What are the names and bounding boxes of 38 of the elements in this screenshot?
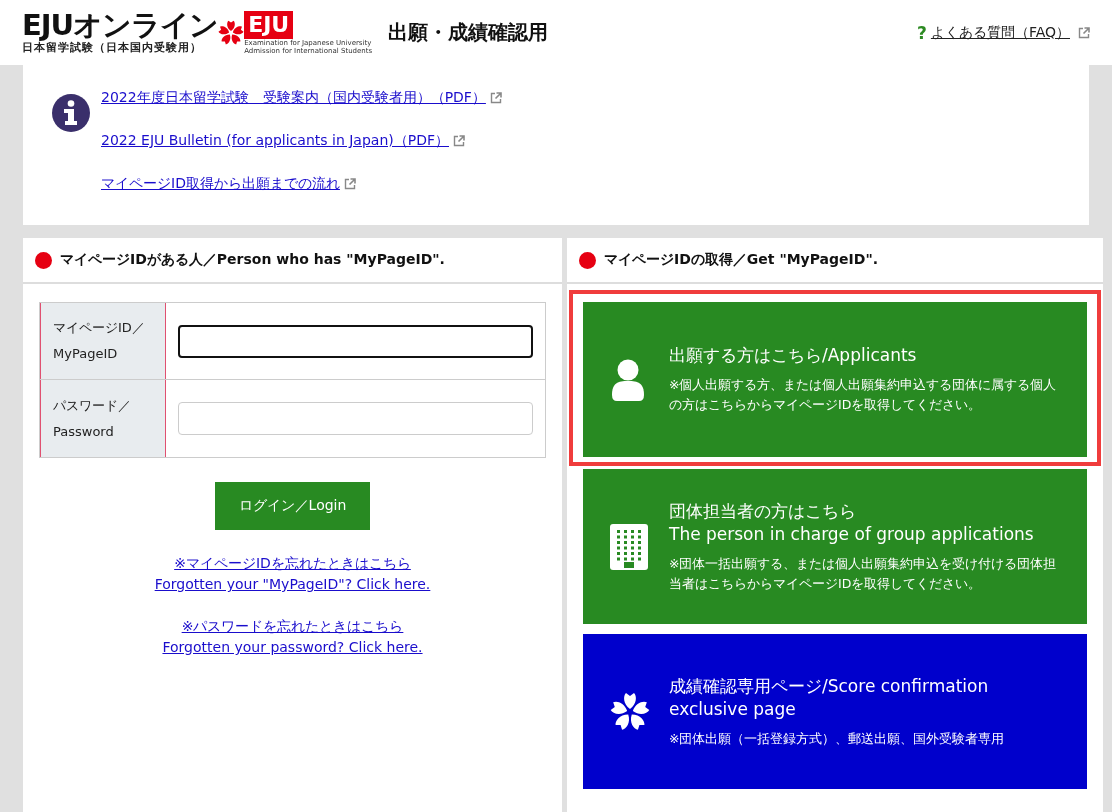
option-card[interactable]: 成績確認専用ページ/Score confirmation exclusive page ※団体出願（一括登録方式）、郵送出願、国外受験者専用 (583, 634, 1087, 789)
option-card[interactable]: 出願する方はこちら/Applicants ※個人出願する方、または個人出願集約申込する団体に属する個人の方はこちらからマイページIDを取得してください。 (583, 302, 1087, 457)
logo-title: EJUオンライン (22, 10, 219, 40)
flower-icon (218, 19, 245, 46)
card-title: 出願する方はこちら/Applicants (669, 344, 918, 367)
card-title: 団体担当者の方はこちら The person in charge of group applications (669, 499, 1035, 546)
bullet-dot (35, 251, 52, 269)
page-title: 出願・成績確認用 (388, 19, 549, 46)
input-field[interactable] (178, 324, 533, 358)
option-card[interactable]: 団体担当者の方はこちら The person in charge of group applications ※団体一括出願する、または個人出願集約申込を受け付ける団体担当者はこちらからマイページIDを取得してください。 (583, 469, 1087, 624)
external-link-icon (1078, 26, 1090, 39)
login-button[interactable]: ログイン／Login (215, 482, 370, 530)
building-icon (610, 523, 648, 570)
document-link[interactable]: マイページID取得から出願までの流れ (101, 175, 340, 193)
external-link-icon (453, 135, 465, 147)
field-label: マイページID／ MyPageID (40, 303, 166, 379)
card-note: ※団体一括出願する、または個人出願集約申込を受け付ける団体担当者はこちらからマイページIDを取得してください。 (669, 554, 1058, 593)
faq-link[interactable]: よくある質問（FAQ） (930, 23, 1070, 42)
card-title: 成績確認専用ページ/Score confirmation exclusive page (669, 674, 990, 721)
info-icon (51, 93, 91, 133)
section-heading: マイページIDの取得／Get "MyPageID". (604, 251, 879, 269)
section-heading: マイページIDがある人／Person who has "MyPageID". (60, 251, 445, 269)
help-link[interactable]: ※パスワードを忘れたときはこちら (181, 618, 404, 636)
card-note: ※団体出願（一括登録方式）、郵送出願、国外受験者専用 (669, 729, 1006, 748)
help-link[interactable]: Forgotten your password? Click here. (162, 639, 423, 655)
bullet-dot (579, 251, 596, 269)
logo-subtitle: 日本留学試験（日本国内受験用） (22, 41, 203, 55)
help-link[interactable]: ※マイページIDを忘れたときはこちら (174, 555, 411, 573)
card-note: ※個人出願する方、または個人出願集約申込する団体に属する個人の方はこちらからマイページIDを取得してください。 (669, 376, 1058, 414)
question-mark: ? (917, 22, 927, 43)
field-label: パスワード／ Password (40, 380, 166, 457)
help-link[interactable]: Forgotten your "MyPageID"? Click here. (154, 576, 431, 592)
external-link-icon (343, 178, 356, 190)
document-link[interactable]: 2022年度日本留学試験 受験案内（国内受験者用）（PDF） (101, 89, 486, 107)
external-link-icon (489, 92, 502, 104)
flower-icon (610, 691, 650, 732)
person-icon (610, 358, 646, 401)
document-link[interactable]: 2022 EJU Bulletin (for applicants in Japan)（PDF） (101, 132, 449, 150)
